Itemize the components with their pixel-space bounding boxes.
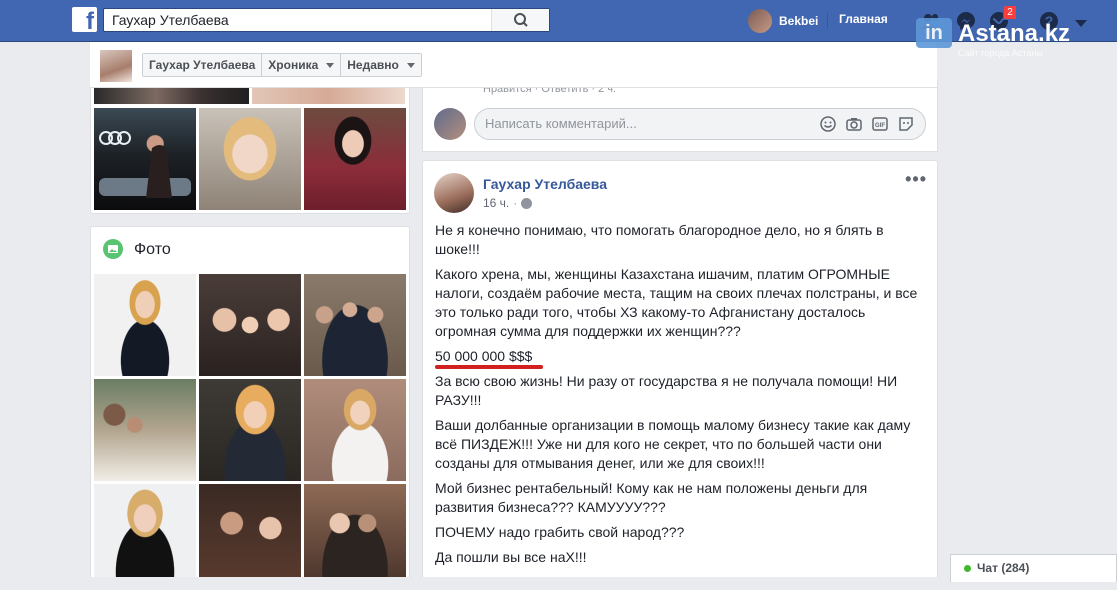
gif-icon[interactable]: GIF xyxy=(871,115,889,133)
comment-area: Нравится · Ответить · 2 ч. Написать комм… xyxy=(422,80,938,152)
profile-name-label: Гаухар Утелбаева xyxy=(149,58,256,72)
chat-bar[interactable]: Чат (284) xyxy=(950,554,1117,582)
post-text: Не я конечно понимаю, что помогать благо… xyxy=(435,221,925,573)
featured-photo[interactable] xyxy=(199,108,301,210)
post-paragraph: За всю свою жизнь! Ни разу от государств… xyxy=(435,373,898,408)
watermark-tagline: Сайт города Астаны xyxy=(958,48,1043,58)
chronicle-label: Хроника xyxy=(268,58,319,72)
avatar xyxy=(748,9,772,33)
search-input[interactable] xyxy=(104,9,504,31)
public-globe-icon xyxy=(521,197,533,209)
photos-card: Фото xyxy=(90,226,410,590)
grid-photo[interactable] xyxy=(94,274,196,376)
featured-photo[interactable] xyxy=(252,86,405,104)
profile-link[interactable]: Bekbei xyxy=(748,9,818,33)
home-link[interactable]: Главная xyxy=(839,12,888,26)
site-watermark: in Astana.kz Сайт города Астаны xyxy=(916,18,1106,58)
post-paragraph: ПОЧЕМУ надо грабить свой народ??? xyxy=(435,524,685,540)
featured-photo[interactable] xyxy=(94,108,196,210)
post-paragraph-amount: 50 000 000 $$$ xyxy=(435,348,533,364)
grid-photo[interactable] xyxy=(304,484,406,582)
grid-photo[interactable] xyxy=(199,274,301,376)
profile-thumbnail[interactable] xyxy=(100,50,132,82)
featured-photo[interactable] xyxy=(304,108,406,210)
watermark-name: Astana.kz xyxy=(958,20,1071,47)
page-bottom-edge xyxy=(0,577,950,590)
separator-dot: · xyxy=(513,196,518,210)
recent-dropdown[interactable]: Недавно xyxy=(341,54,421,76)
emoji-icon[interactable] xyxy=(819,115,837,133)
chronicle-dropdown[interactable]: Хроника xyxy=(262,54,342,76)
grid-photo[interactable] xyxy=(199,484,301,582)
post-paragraph: Какого хрена, мы, женщины Казахстана иша… xyxy=(435,266,918,339)
online-status-icon xyxy=(964,565,971,572)
grid-photo[interactable] xyxy=(94,484,196,582)
post-card: Гаухар Утелбаева 16 ч. · ••• Не я конечн… xyxy=(422,160,938,590)
user-name: Bekbei xyxy=(779,14,819,28)
camera-icon[interactable] xyxy=(845,115,863,133)
chevron-down-icon xyxy=(326,62,335,68)
facebook-logo-icon[interactable]: f xyxy=(72,7,97,32)
author-avatar[interactable] xyxy=(434,173,474,213)
car-photo-graphic xyxy=(99,131,191,198)
comment-tools: GIF xyxy=(819,115,915,133)
photos-card-title: Фото xyxy=(134,241,171,258)
post-paragraph: Да пошли вы все наХ!!! xyxy=(435,549,587,565)
search-icon xyxy=(514,13,528,27)
post-timestamp: 16 ч. · xyxy=(483,196,533,210)
post-time-label[interactable]: 16 ч. xyxy=(483,196,509,210)
featured-photo[interactable] xyxy=(94,86,249,104)
search-box[interactable] xyxy=(103,8,550,32)
sticker-icon[interactable] xyxy=(897,115,915,133)
timeline-header: Гаухар Утелбаева Хроника Недавно xyxy=(90,42,937,88)
comment-input[interactable]: Написать комментарий... GIF xyxy=(474,108,926,140)
chevron-down-icon xyxy=(406,62,415,68)
photos-icon xyxy=(103,239,123,259)
comment-placeholder: Написать комментарий... xyxy=(485,116,637,131)
timeline-nav: Гаухар Утелбаева Хроника Недавно xyxy=(142,53,422,77)
chat-label: Чат (284) xyxy=(977,561,1030,575)
svg-text:GIF: GIF xyxy=(875,123,885,129)
post-paragraph: Мой бизнес рентабельный! Кому как не нам… xyxy=(435,480,868,515)
grid-photo[interactable] xyxy=(304,379,406,481)
grid-photo[interactable] xyxy=(199,379,301,481)
post-paragraph: Не я конечно понимаю, что помогать благо… xyxy=(435,222,884,257)
timeline-profile-name[interactable]: Гаухар Утелбаева xyxy=(143,54,263,76)
watermark-logo: in xyxy=(916,18,952,48)
post-paragraph: Ваши долбанные организации в помощь мало… xyxy=(435,417,911,471)
post-author[interactable]: Гаухар Утелбаева xyxy=(483,176,607,192)
grid-photo[interactable] xyxy=(304,274,406,376)
more-options-icon[interactable]: ••• xyxy=(905,170,927,188)
avatar xyxy=(434,108,466,140)
grid-photo[interactable] xyxy=(94,379,196,481)
divider xyxy=(827,13,828,29)
red-underline-annotation xyxy=(435,365,543,369)
featured-photos-card xyxy=(90,86,410,214)
search-button[interactable] xyxy=(491,9,549,31)
recent-label: Недавно xyxy=(347,58,399,72)
